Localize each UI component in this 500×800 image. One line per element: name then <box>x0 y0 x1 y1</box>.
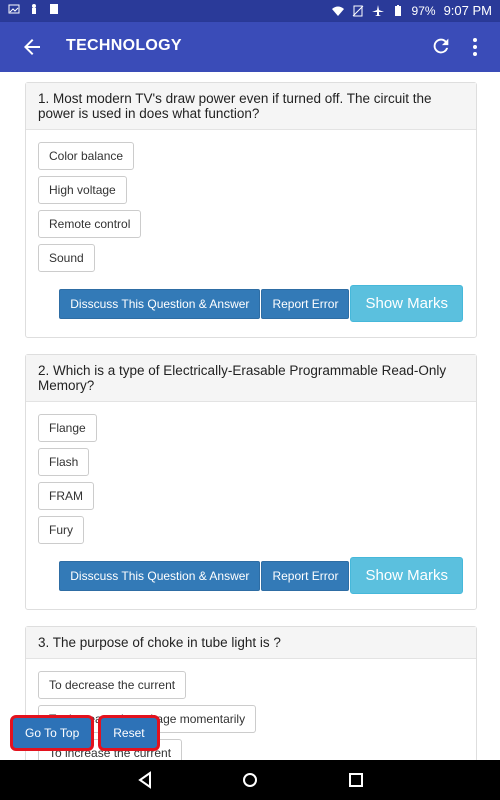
floating-actions: Go To Top Reset <box>10 715 160 751</box>
option-button[interactable]: Remote control <box>38 210 142 238</box>
more-options-icon[interactable] <box>470 35 480 59</box>
no-sim-icon <box>352 5 363 16</box>
nav-back-icon[interactable] <box>135 770 155 790</box>
option-button[interactable]: Flash <box>38 448 90 476</box>
show-marks-button[interactable]: Show Marks <box>350 557 463 594</box>
battery-level: 97% <box>411 3 436 18</box>
question-text: 3. The purpose of choke in tube light is… <box>26 627 476 659</box>
option-button[interactable]: Sound <box>38 244 95 272</box>
airplane-mode-icon <box>371 4 384 16</box>
option-button[interactable]: Color balance <box>38 142 135 170</box>
discuss-button[interactable]: Disscuss This Question & Answer <box>59 288 261 319</box>
go-to-top-button[interactable]: Go To Top <box>10 715 95 751</box>
wifi-icon <box>331 6 344 16</box>
contact-notification-icon <box>50 4 58 14</box>
back-arrow-icon[interactable] <box>20 35 44 59</box>
question-list[interactable]: 1. Most modern TV's draw power even if t… <box>0 72 500 760</box>
system-nav-bar <box>0 760 500 800</box>
option-button[interactable]: Flange <box>38 414 97 442</box>
option-button[interactable]: Fury <box>38 516 84 544</box>
report-error-button[interactable]: Report Error <box>261 288 350 319</box>
option-button[interactable]: To decrease the current <box>38 671 187 699</box>
option-button[interactable]: High voltage <box>38 176 127 204</box>
app-bar: TECHNOLOGY <box>0 22 500 72</box>
battery-icon <box>394 4 401 16</box>
refresh-icon[interactable] <box>430 35 452 57</box>
question-text: 1. Most modern TV's draw power even if t… <box>26 83 476 130</box>
nav-home-icon[interactable] <box>240 770 260 790</box>
page-title: TECHNOLOGY <box>66 37 182 54</box>
discuss-button[interactable]: Disscuss This Question & Answer <box>59 560 261 591</box>
report-error-button[interactable]: Report Error <box>261 560 350 591</box>
option-button[interactable]: FRAM <box>38 482 94 510</box>
show-marks-button[interactable]: Show Marks <box>350 285 463 322</box>
question-card-1: 1. Most modern TV's draw power even if t… <box>25 82 477 338</box>
clock: 9:07 PM <box>443 3 492 18</box>
gallery-notification-icon <box>8 4 20 14</box>
question-card-2: 2. Which is a type of Electrically-Erasa… <box>25 354 477 610</box>
person-notification-icon <box>32 4 36 14</box>
nav-recents-icon[interactable] <box>346 770 366 790</box>
reset-button[interactable]: Reset <box>98 715 160 751</box>
status-bar: 97% 9:07 PM <box>0 0 500 22</box>
question-text: 2. Which is a type of Electrically-Erasa… <box>26 355 476 402</box>
